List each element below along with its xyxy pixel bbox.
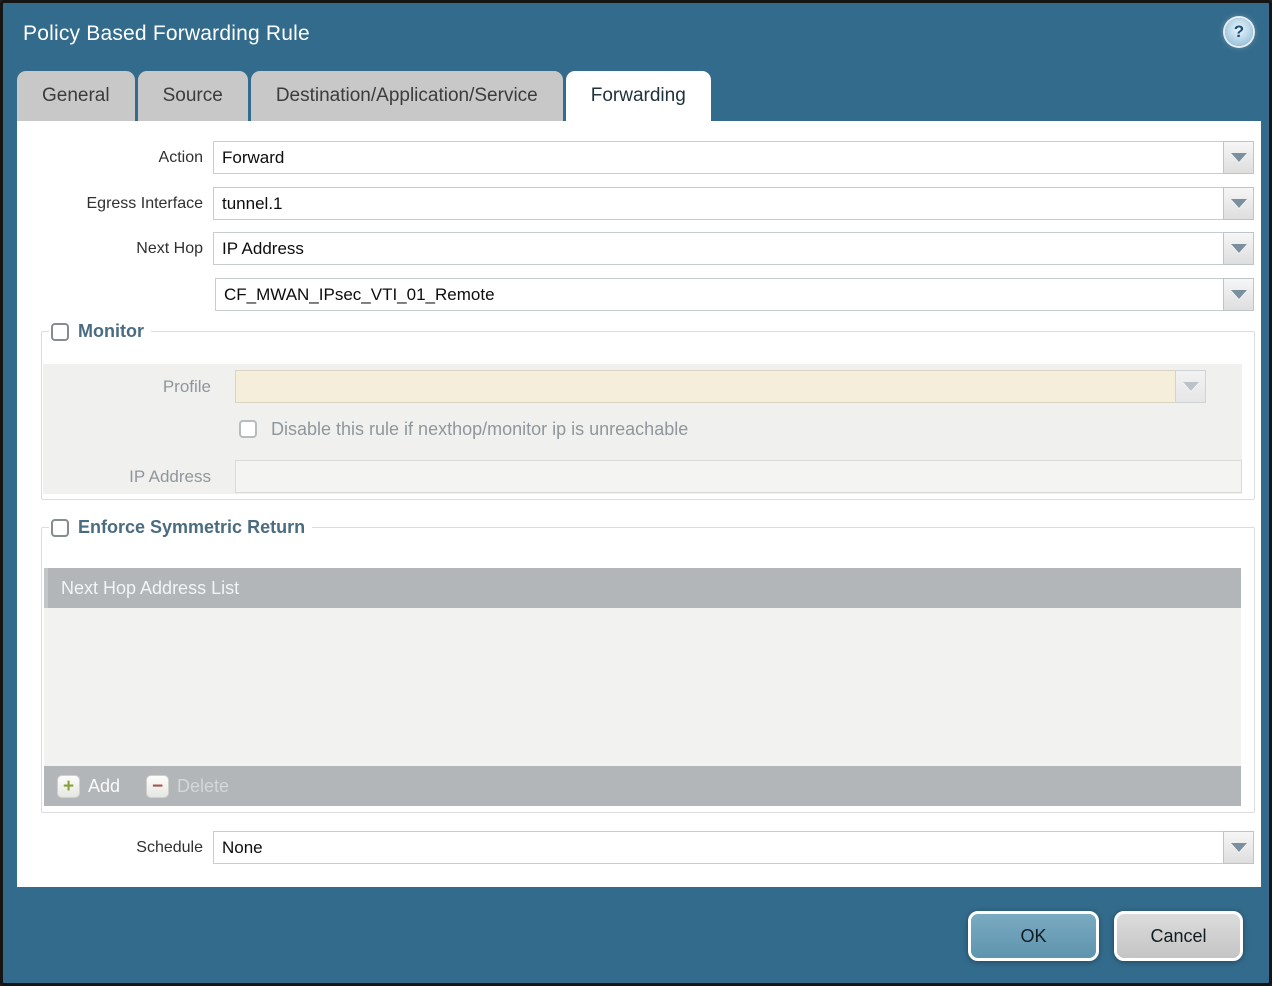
next-hop-address-value[interactable]: CF_MWAN_IPsec_VTI_01_Remote [215, 278, 1223, 311]
next-hop-address-combobox[interactable]: CF_MWAN_IPsec_VTI_01_Remote [215, 278, 1254, 311]
symmetric-return-legend: Enforce Symmetric Return [49, 517, 312, 538]
egress-interface-dropdown-button[interactable] [1223, 187, 1254, 220]
monitor-checkbox[interactable] [51, 323, 69, 341]
egress-interface-combobox[interactable]: tunnel.1 [213, 187, 1254, 220]
add-button[interactable]: + Add [57, 775, 120, 798]
plus-icon: + [57, 775, 80, 798]
next-hop-value[interactable]: IP Address [213, 232, 1223, 265]
schedule-dropdown-button[interactable] [1223, 831, 1254, 864]
next-hop-address-dropdown-button[interactable] [1223, 278, 1254, 311]
chevron-down-icon [1231, 290, 1247, 299]
next-hop-address-list-body[interactable] [44, 608, 1241, 766]
next-hop-combobox[interactable]: IP Address [213, 232, 1254, 265]
dialog-footer: OK Cancel [968, 911, 1243, 961]
next-hop-label: Next Hop [17, 240, 213, 258]
next-hop-address-row: CF_MWAN_IPsec_VTI_01_Remote [19, 278, 1254, 311]
profile-row: Profile [43, 370, 1242, 403]
chevron-down-icon [1231, 244, 1247, 253]
schedule-combobox[interactable]: None [213, 831, 1254, 864]
monitor-legend: Monitor [49, 321, 151, 342]
schedule-value[interactable]: None [213, 831, 1223, 864]
dialog-title: Policy Based Forwarding Rule [23, 22, 310, 46]
egress-interface-value[interactable]: tunnel.1 [213, 187, 1223, 220]
minus-icon: − [146, 775, 169, 798]
monitor-ip-address-input[interactable] [235, 460, 1242, 493]
next-hop-address-table: Next Hop Address List + Add − Delete [44, 568, 1241, 806]
schedule-label: Schedule [17, 839, 213, 857]
next-hop-address-list-header: Next Hop Address List [44, 568, 1241, 608]
profile-combobox[interactable] [235, 370, 1206, 403]
help-icon[interactable]: ? [1225, 18, 1253, 46]
symmetric-return-group: Enforce Symmetric Return Next Hop Addres… [41, 517, 1255, 813]
egress-interface-label: Egress Interface [17, 195, 213, 213]
tab-forwarding[interactable]: Forwarding [566, 71, 711, 121]
tab-panel-forwarding: Action Forward Egress Interface tunnel.1… [17, 121, 1261, 887]
monitor-ip-address-label: IP Address [43, 467, 235, 487]
delete-button[interactable]: − Delete [146, 775, 229, 798]
dialog-titlebar: Policy Based Forwarding Rule ? [3, 3, 1269, 67]
cancel-button[interactable]: Cancel [1114, 911, 1243, 961]
tab-bar: General Source Destination/Application/S… [17, 71, 711, 121]
pbf-rule-dialog: Policy Based Forwarding Rule ? General S… [0, 0, 1272, 986]
tab-destination-application-service[interactable]: Destination/Application/Service [251, 71, 563, 121]
chevron-down-icon [1231, 153, 1247, 162]
next-hop-dropdown-button[interactable] [1223, 232, 1254, 265]
disable-rule-row: Disable this rule if nexthop/monitor ip … [239, 416, 1242, 442]
chevron-down-icon [1183, 382, 1199, 391]
ok-button[interactable]: OK [968, 911, 1099, 961]
monitor-panel: Profile Disable this rule if nexthop/mon… [43, 364, 1242, 494]
symmetric-return-legend-label: Enforce Symmetric Return [78, 517, 305, 538]
profile-value[interactable] [235, 370, 1175, 403]
action-row: Action Forward [17, 141, 1254, 174]
disable-rule-checkbox[interactable] [239, 420, 257, 438]
tab-source[interactable]: Source [138, 71, 248, 121]
enforce-symmetric-return-checkbox[interactable] [51, 519, 69, 537]
profile-dropdown-button[interactable] [1175, 370, 1206, 403]
disable-rule-label: Disable this rule if nexthop/monitor ip … [271, 419, 688, 440]
action-dropdown-button[interactable] [1223, 141, 1254, 174]
action-label: Action [17, 149, 213, 167]
next-hop-row: Next Hop IP Address [17, 232, 1254, 265]
egress-interface-row: Egress Interface tunnel.1 [17, 187, 1254, 220]
add-button-label: Add [88, 776, 120, 797]
monitor-ip-address-row: IP Address [43, 460, 1242, 493]
delete-button-label: Delete [177, 776, 229, 797]
monitor-legend-label: Monitor [78, 321, 144, 342]
action-value[interactable]: Forward [213, 141, 1223, 174]
chevron-down-icon [1231, 199, 1247, 208]
action-combobox[interactable]: Forward [213, 141, 1254, 174]
table-toolbar: + Add − Delete [44, 766, 1241, 806]
schedule-row: Schedule None [17, 831, 1254, 864]
profile-label: Profile [43, 377, 235, 397]
tab-general[interactable]: General [17, 71, 135, 121]
chevron-down-icon [1231, 843, 1247, 852]
monitor-group: Monitor Profile Disable this rule if nex… [41, 321, 1255, 500]
